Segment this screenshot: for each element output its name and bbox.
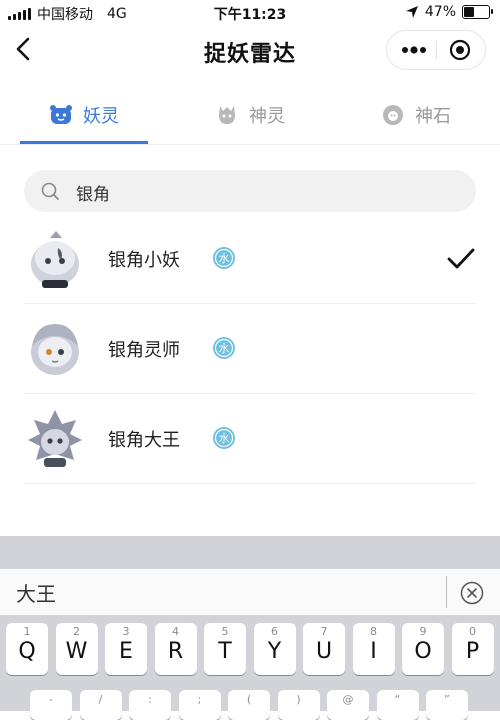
active-tab-indicator: [20, 141, 148, 144]
key-i[interactable]: 8I: [352, 623, 395, 675]
key-p[interactable]: 0P: [451, 623, 494, 675]
key-u[interactable]: 7U: [303, 623, 345, 675]
demon-name: 银角小妖: [108, 250, 180, 271]
key-symbol-label: ”: [444, 693, 450, 706]
location-arrow-icon: [405, 6, 418, 18]
key-number-label: 4: [172, 625, 179, 638]
key-number-label: 5: [221, 625, 229, 638]
key-symbol-label: ;: [197, 693, 202, 706]
key-o[interactable]: 9O: [402, 623, 444, 675]
status-right: 47%: [405, 4, 493, 20]
avatar: [31, 231, 79, 288]
key-symbol[interactable]: “: [376, 690, 419, 720]
key-symbol-label: ): [296, 693, 301, 706]
yaoling-icon: [50, 105, 72, 124]
list-item[interactable]: 银角灵师 水: [24, 304, 476, 394]
list-item[interactable]: 银角小妖 水: [24, 214, 476, 304]
key-symbol[interactable]: -: [30, 690, 72, 720]
tab-yaoling[interactable]: 妖灵: [4, 86, 164, 144]
tab-label: 神灵: [249, 106, 285, 127]
list-item[interactable]: 银角大王 水: [24, 394, 476, 484]
key-e[interactable]: 3E: [105, 623, 147, 675]
key-r[interactable]: 4R: [154, 623, 197, 675]
key-number-label: 2: [73, 625, 80, 638]
key-w[interactable]: 2W: [55, 623, 98, 675]
keyboard-input-text: 大王: [16, 582, 56, 606]
key-number-label: 8: [370, 625, 377, 638]
key-letter-label: R: [167, 639, 184, 664]
key-letter-label: Q: [18, 639, 36, 664]
check-icon: [447, 248, 475, 269]
tab-shenshi[interactable]: 神石: [336, 86, 496, 144]
clear-icon[interactable]: [460, 581, 484, 605]
search-input[interactable]: 银角: [24, 170, 476, 212]
water-element-icon: 水: [213, 337, 235, 359]
avatar: [31, 324, 79, 375]
battery-percent: 47%: [424, 4, 456, 20]
shenshi-icon: [383, 105, 403, 125]
key-symbol[interactable]: /: [79, 690, 122, 720]
key-symbol[interactable]: :: [129, 690, 171, 720]
key-symbol[interactable]: (: [228, 690, 270, 720]
nav-bar: 捉妖雷达: [0, 24, 500, 74]
key-letter-label: O: [414, 639, 432, 664]
key-number-label: 6: [271, 625, 278, 638]
key-symbol-label: @: [342, 693, 354, 706]
keyboard: 大王 1Q2W3E4R5T6Y7U8I9O0P - /:;() @ “”: [0, 536, 500, 720]
key-symbol-label: (: [246, 693, 252, 706]
avatar: [28, 410, 82, 467]
key-letter-label: Y: [267, 639, 282, 664]
search-value: 银角: [76, 185, 110, 205]
key-y[interactable]: 6Y: [253, 623, 296, 675]
capsule-divider: [436, 41, 437, 59]
keyboard-input-bar[interactable]: 大王: [0, 569, 500, 615]
key-number-label: 9: [419, 625, 427, 638]
tab-shenling[interactable]: 神灵: [170, 86, 330, 144]
key-symbol[interactable]: ;: [178, 690, 221, 720]
key-symbol[interactable]: ): [277, 690, 320, 720]
demon-name: 银角大王: [108, 430, 180, 451]
close-target-icon[interactable]: [449, 39, 471, 61]
category-tabs: 妖灵 神灵 神石: [0, 86, 500, 145]
key-symbol-label: /: [98, 693, 103, 706]
key-number-label: 7: [320, 625, 328, 638]
key-letter-label: T: [218, 639, 232, 664]
key-symbol-label: “: [394, 693, 401, 706]
keyboard-divider: [446, 576, 447, 608]
divider: [24, 483, 476, 484]
key-number-label: 3: [122, 625, 130, 638]
mini-program-capsule: [386, 30, 486, 70]
water-element-icon: 水: [213, 427, 235, 449]
key-letter-label: U: [315, 639, 333, 664]
key-q[interactable]: 1Q: [6, 623, 48, 675]
element-label: 水: [219, 252, 230, 265]
key-t[interactable]: 5T: [204, 623, 246, 675]
tab-label: 神石: [415, 106, 451, 127]
key-letter-label: W: [65, 639, 88, 664]
key-number-label: 0: [469, 625, 476, 638]
battery-icon: [462, 5, 493, 19]
shenling-icon: [219, 106, 235, 124]
key-symbol-label: -: [49, 693, 53, 706]
status-bar: 中国移动 4G 下午11:23 47%: [0, 0, 500, 24]
demon-name: 银角灵师: [108, 340, 180, 361]
key-symbol[interactable]: ”: [426, 690, 468, 720]
key-symbol-label: :: [148, 693, 152, 706]
water-element-icon: 水: [213, 247, 235, 269]
key-letter-label: E: [119, 639, 133, 664]
more-dots-icon[interactable]: [399, 40, 429, 60]
tab-label: 妖灵: [83, 106, 119, 127]
element-label: 水: [219, 342, 230, 355]
key-letter-label: P: [465, 639, 480, 664]
key-symbol[interactable]: @: [327, 690, 369, 720]
key-letter-label: I: [370, 639, 377, 664]
element-label: 水: [219, 432, 230, 445]
key-number-label: 1: [23, 625, 31, 638]
search-icon: [41, 182, 59, 200]
